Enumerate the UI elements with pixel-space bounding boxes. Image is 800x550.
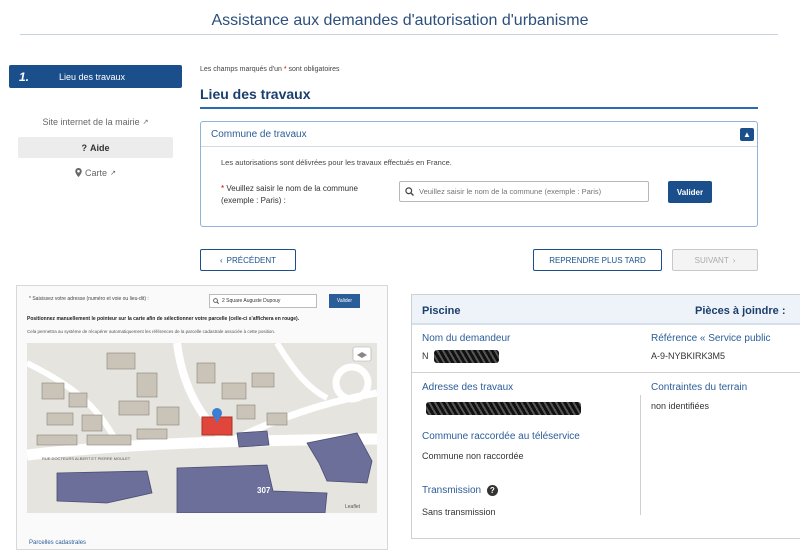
external-link-icon: ↗ [110, 169, 116, 177]
commune-info: Les autorisations sont délivrées pour le… [221, 158, 452, 167]
sidebar-link-mairie-label: Site internet de la mairie [42, 116, 140, 127]
map-attribution: Leaflet [345, 504, 361, 510]
constraints-label: Contraintes du terrain [651, 382, 748, 393]
map-address-input[interactable]: 2 Square Auguste Dupouy [209, 294, 317, 308]
required-star: * [283, 66, 287, 73]
commune-panel: Commune de travaux ▲ Les autorisations s… [200, 121, 758, 227]
redacted-address [426, 402, 581, 415]
chevron-right-icon: › [732, 255, 736, 265]
map-instruction: Positionnez manuellement le pointeur sur… [27, 316, 300, 322]
map-address-label: * Saisissez votre adresse (numéro et voi… [29, 296, 149, 302]
help-icon[interactable]: ? [486, 485, 498, 496]
required-note-text-end: sont obligatoires [288, 66, 340, 73]
building-number-label: 307 [257, 486, 271, 495]
next-button[interactable]: SUIVANT › [672, 249, 758, 271]
map-sub-instruction: Cela permettra au système de récupérer a… [27, 329, 276, 334]
section-divider [200, 107, 758, 109]
previous-button-label: PRÉCÉDENT [226, 255, 276, 265]
documents-title: Pièces à joindre : [695, 305, 786, 317]
column-divider [640, 395, 641, 515]
commune-field-label: * Veuillez saisir le nom de la commune (… [221, 183, 386, 207]
commune-field-label-text: Veuillez saisir le nom de la commune (ex… [221, 184, 358, 205]
commune-input[interactable] [419, 187, 639, 196]
reference-label: Référence « Service public [651, 333, 771, 344]
commune-panel-header[interactable]: Commune de travaux ▲ [201, 122, 757, 147]
page-title: Assistance aux demandes d'autorisation d… [211, 12, 589, 29]
reference-value: A-9-NYBKIRK3M5 [651, 351, 726, 361]
sidebar-step-lieu-des-travaux[interactable]: 1. Lieu des travaux [9, 65, 182, 88]
map-marker-icon [75, 168, 82, 177]
step-number: 1. [19, 69, 30, 84]
redacted-applicant [434, 350, 499, 363]
field-required-star: * [221, 184, 225, 193]
previous-button[interactable]: ‹ PRÉCÉDENT [200, 249, 296, 271]
section-title: Lieu des travaux [200, 86, 311, 102]
sidebar-link-aide-label: Aide [89, 142, 110, 153]
transmission-value: Sans transmission [422, 507, 496, 517]
question-icon: ? [81, 142, 87, 153]
next-button-label: SUIVANT [694, 255, 729, 265]
sidebar-link-aide[interactable]: ? Aide [18, 137, 173, 158]
title-divider [20, 34, 778, 35]
chevron-left-icon: ‹ [219, 255, 223, 265]
required-note-text: Les champs marqués d'un [200, 66, 282, 73]
work-address-label: Adresse des travaux [422, 382, 514, 393]
project-title: Piscine [422, 305, 461, 317]
step-label: Lieu des travaux [59, 71, 126, 82]
commune-search-box[interactable] [399, 181, 649, 202]
map-validate-button[interactable]: Valider [329, 294, 360, 308]
transmission-label: Transmission ? [422, 485, 498, 496]
external-link-icon: ↗ [142, 118, 149, 126]
applicant-value: N [422, 351, 429, 361]
search-icon [213, 298, 219, 304]
chevron-up-icon[interactable]: ▲ [740, 127, 754, 141]
commune-panel-title: Commune de travaux [211, 128, 307, 140]
transmission-label-text: Transmission [422, 485, 482, 497]
map-address-value: 2 Square Auguste Dupouy [222, 298, 281, 304]
required-note: Les champs marqués d'un * sont obligatoi… [200, 66, 340, 73]
sidebar-link-carte[interactable]: Carte ↗ [18, 162, 173, 183]
sidebar-link-mairie[interactable]: Site internet de la mairie ↗ [18, 111, 173, 132]
search-icon [405, 187, 414, 196]
cadastral-map[interactable]: 307 RUE DOCTEURS ALBERT ET PIERRE MOULET… [27, 343, 377, 513]
map-canvas[interactable]: 307 RUE DOCTEURS ALBERT ET PIERRE MOULET… [27, 343, 377, 513]
constraints-value: non identifiées [651, 401, 710, 411]
commune-connected-value: Commune non raccordée [422, 451, 524, 461]
resume-later-button[interactable]: REPRENDRE PLUS TARD [533, 249, 662, 271]
validate-commune-button[interactable]: Valider [668, 181, 712, 203]
map-footer-link[interactable]: Parcelles cadastrales [29, 540, 86, 546]
street-name-label: RUE DOCTEURS ALBERT ET PIERRE MOULET [42, 456, 131, 461]
map-screenshot: * Saisissez votre adresse (numéro et voi… [16, 285, 388, 550]
project-detail-card: Piscine Pièces à joindre : Nom du demand… [411, 294, 800, 539]
applicant-label: Nom du demandeur [422, 333, 511, 344]
sidebar-link-carte-label: Carte [85, 167, 108, 178]
card-divider [412, 372, 800, 373]
commune-connected-label: Commune raccordée au téléservice [422, 431, 580, 442]
